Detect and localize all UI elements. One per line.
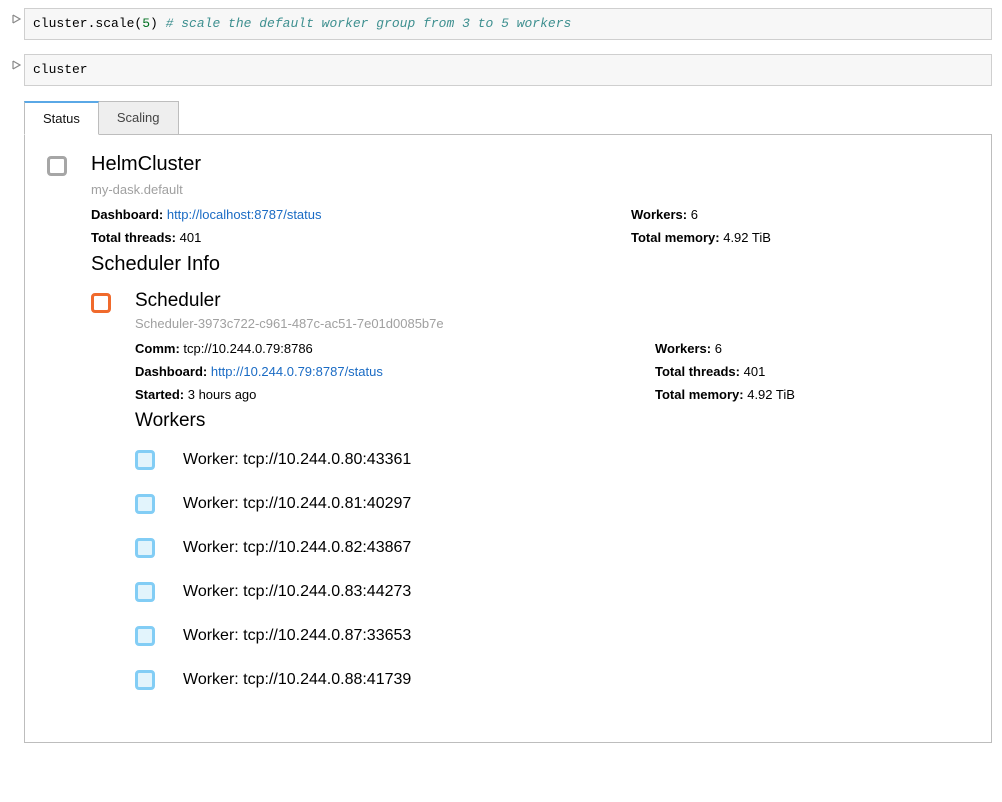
workers-label: Workers: bbox=[631, 207, 691, 222]
info-row: Dashboard: http://10.244.0.79:8787/statu… bbox=[135, 364, 971, 379]
memory-label: Total memory: bbox=[631, 230, 723, 245]
code-cell-2: cluster bbox=[10, 54, 992, 86]
expand-icon[interactable] bbox=[135, 670, 155, 690]
helmcluster-block: HelmCluster my-dask.default Dashboard: h… bbox=[47, 153, 971, 714]
expand-icon[interactable] bbox=[135, 538, 155, 558]
threads-value: 401 bbox=[744, 364, 766, 379]
dashboard-link[interactable]: http://localhost:8787/status bbox=[167, 207, 322, 222]
worker-label: Worker: tcp://10.244.0.81:40297 bbox=[183, 495, 411, 513]
code-number: 5 bbox=[142, 16, 150, 31]
threads-value: 401 bbox=[180, 230, 202, 245]
code-text: cluster bbox=[33, 62, 88, 77]
worker-row: Worker: tcp://10.244.0.83:44273 bbox=[135, 582, 971, 602]
scheduler-info-title: Scheduler Info bbox=[91, 253, 971, 276]
helmcluster-title: HelmCluster bbox=[91, 153, 971, 176]
worker-row: Worker: tcp://10.244.0.87:33653 bbox=[135, 626, 971, 646]
expand-icon[interactable] bbox=[47, 156, 67, 176]
workers-value: 6 bbox=[715, 341, 722, 356]
expand-icon[interactable] bbox=[135, 494, 155, 514]
dashboard-link[interactable]: http://10.244.0.79:8787/status bbox=[211, 364, 383, 379]
info-row: Total threads: 401 Total memory: 4.92 Ti… bbox=[91, 230, 971, 245]
worker-label: Worker: tcp://10.244.0.87:33653 bbox=[183, 627, 411, 645]
comm-label: Comm: bbox=[135, 341, 183, 356]
worker-row: Worker: tcp://10.244.0.82:43867 bbox=[135, 538, 971, 558]
info-row: Dashboard: http://localhost:8787/status … bbox=[91, 207, 971, 222]
code-input-1[interactable]: cluster.scale(5) # scale the default wor… bbox=[24, 8, 992, 40]
started-label: Started: bbox=[135, 387, 188, 402]
status-panel: HelmCluster my-dask.default Dashboard: h… bbox=[24, 134, 992, 743]
tab-scaling[interactable]: Scaling bbox=[99, 101, 179, 135]
threads-label: Total threads: bbox=[655, 364, 744, 379]
dashboard-label: Dashboard: bbox=[91, 207, 167, 222]
cell-output: Status Scaling HelmCluster my-dask.defau… bbox=[24, 100, 992, 743]
scheduler-block: Scheduler Scheduler-3973c722-c961-487c-a… bbox=[91, 290, 971, 714]
tab-status[interactable]: Status bbox=[24, 101, 99, 135]
started-value: 3 hours ago bbox=[188, 387, 257, 402]
worker-row: Worker: tcp://10.244.0.81:40297 bbox=[135, 494, 971, 514]
expand-icon[interactable] bbox=[91, 293, 111, 313]
workers-label: Workers: bbox=[655, 341, 715, 356]
scheduler-id: Scheduler-3973c722-c961-487c-ac51-7e01d0… bbox=[135, 316, 971, 331]
memory-label: Total memory: bbox=[655, 387, 747, 402]
memory-value: 4.92 TiB bbox=[747, 387, 795, 402]
workers-value: 6 bbox=[691, 207, 698, 222]
code-comment: # scale the default worker group from 3 … bbox=[166, 16, 572, 31]
threads-label: Total threads: bbox=[91, 230, 180, 245]
info-row: Started: 3 hours ago Total memory: 4.92 … bbox=[135, 387, 971, 402]
workers-list: Worker: tcp://10.244.0.80:43361 Worker: t… bbox=[135, 450, 971, 690]
worker-row: Worker: tcp://10.244.0.80:43361 bbox=[135, 450, 971, 470]
memory-value: 4.92 TiB bbox=[723, 230, 771, 245]
worker-row: Worker: tcp://10.244.0.88:41739 bbox=[135, 670, 971, 690]
comm-value: tcp://10.244.0.79:8786 bbox=[183, 341, 312, 356]
run-cell-icon[interactable] bbox=[10, 54, 24, 86]
run-cell-icon[interactable] bbox=[10, 8, 24, 40]
code-input-2[interactable]: cluster bbox=[24, 54, 992, 86]
code-text: cluster.scale( bbox=[33, 16, 142, 31]
code-text: ) bbox=[150, 16, 166, 31]
worker-label: Worker: tcp://10.244.0.82:43867 bbox=[183, 539, 411, 557]
dashboard-label: Dashboard: bbox=[135, 364, 211, 379]
helmcluster-subtitle: my-dask.default bbox=[91, 182, 971, 197]
info-row: Comm: tcp://10.244.0.79:8786 Workers: 6 bbox=[135, 341, 971, 356]
expand-icon[interactable] bbox=[135, 450, 155, 470]
expand-icon[interactable] bbox=[135, 626, 155, 646]
worker-label: Worker: tcp://10.244.0.80:43361 bbox=[183, 451, 411, 469]
workers-title: Workers bbox=[135, 410, 971, 432]
scheduler-title: Scheduler bbox=[135, 290, 971, 312]
tab-bar: Status Scaling bbox=[24, 100, 992, 134]
expand-icon[interactable] bbox=[135, 582, 155, 602]
worker-label: Worker: tcp://10.244.0.83:44273 bbox=[183, 583, 411, 601]
worker-label: Worker: tcp://10.244.0.88:41739 bbox=[183, 671, 411, 689]
code-cell-1: cluster.scale(5) # scale the default wor… bbox=[10, 8, 992, 40]
